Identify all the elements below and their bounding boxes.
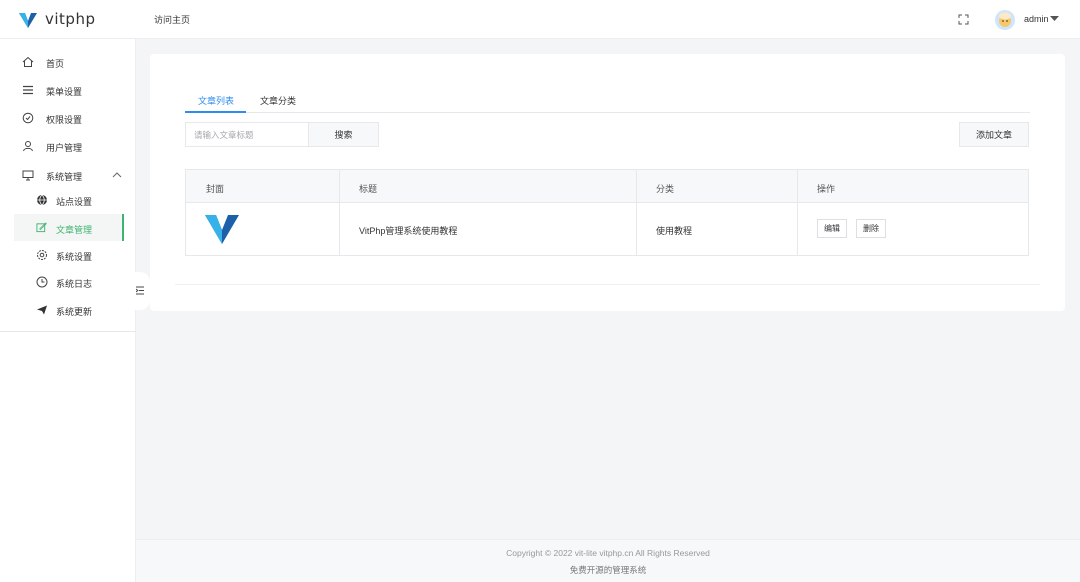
- collapse-menu-icon: [136, 286, 144, 295]
- sidebar-item-article-management[interactable]: 文章管理: [14, 214, 124, 241]
- sidebar-item-system-management[interactable]: 系统管理: [0, 161, 135, 189]
- sidebar-item-label: 权限设置: [46, 115, 83, 125]
- search-input[interactable]: [185, 122, 308, 147]
- vitphp-logo-icon[interactable]: [18, 10, 38, 30]
- page-footer: Copyright © 2022 vit-lite vitphp.cn All …: [136, 539, 1080, 582]
- article-tabs: 文章列表 文章分类: [185, 86, 1030, 113]
- sidebar-item-label: 文章管理: [56, 225, 93, 235]
- sidebar-item-label: 系统日志: [56, 279, 93, 289]
- edit-icon: [36, 222, 47, 233]
- sidebar-item-label: 菜单设置: [46, 87, 83, 97]
- sidebar-item-permission-settings[interactable]: 权限设置: [0, 104, 135, 132]
- article-cover-image[interactable]: [204, 213, 240, 246]
- tab-article-list[interactable]: 文章列表: [198, 94, 234, 107]
- column-divider: [339, 170, 340, 255]
- sidebar-item-label: 首页: [46, 59, 65, 69]
- clock-icon: [36, 276, 48, 288]
- column-header-actions: 操作: [817, 184, 836, 194]
- add-article-button[interactable]: 添加文章: [959, 122, 1029, 147]
- fullscreen-icon[interactable]: [958, 14, 969, 25]
- sidebar-item-system-update[interactable]: 系统更新: [0, 296, 135, 324]
- sidebar-item-system-settings[interactable]: 系统设置: [0, 241, 135, 269]
- sidebar-item-home[interactable]: 首页: [0, 48, 135, 76]
- tab-active-underline: [185, 111, 246, 113]
- article-title-cell[interactable]: VitPhp管理系统使用教程: [359, 224, 457, 237]
- edit-button[interactable]: 编辑: [817, 219, 847, 238]
- send-icon: [37, 305, 47, 315]
- gear-icon: [37, 250, 47, 260]
- card-divider: [175, 284, 1040, 285]
- username-label[interactable]: admin: [1024, 14, 1049, 24]
- sidebar-item-label: 系统管理: [46, 172, 83, 182]
- sidebar-item-label: 系统设置: [56, 252, 93, 262]
- column-header-category: 分类: [656, 184, 675, 194]
- table-header: 封面 标题 分类 操作: [186, 170, 1028, 203]
- globe-icon: [37, 194, 47, 206]
- column-divider: [797, 170, 798, 255]
- sidebar: 首页 菜单设置 权限设置 用户管理 系统管理 站点设置 文章管理 系统设置 系统…: [0, 39, 136, 582]
- sidebar-item-user-management[interactable]: 用户管理: [0, 132, 135, 160]
- caret-down-icon[interactable]: [1050, 16, 1059, 22]
- visit-home-link[interactable]: 访问主页: [154, 13, 190, 26]
- article-card: 文章列表 文章分类 搜索 添加文章 封面 标题 分类 操作 VitPhp管理系统…: [150, 54, 1065, 311]
- footer-tagline: 免费开源的管理系统: [569, 565, 647, 575]
- column-header-cover: 封面: [206, 184, 225, 194]
- brand-name[interactable]: vitphp: [45, 10, 95, 28]
- avatar-image-icon: [995, 10, 1015, 30]
- sidebar-item-label: 用户管理: [46, 143, 83, 153]
- article-category-cell: 使用教程: [656, 226, 693, 236]
- tab-article-category[interactable]: 文章分类: [260, 94, 296, 107]
- search-button[interactable]: 搜索: [308, 122, 379, 147]
- sidebar-item-label: 系统更新: [56, 307, 93, 317]
- column-header-title: 标题: [359, 184, 378, 194]
- delete-button[interactable]: 删除: [856, 219, 886, 238]
- sidebar-divider: [0, 331, 136, 332]
- article-table: 封面 标题 分类 操作 VitPhp管理系统使用教程 使用教程 编辑 删除: [185, 169, 1029, 256]
- top-header: vitphp 访问主页 admin: [0, 0, 1080, 39]
- column-divider: [636, 170, 637, 255]
- sidebar-item-system-log[interactable]: 系统日志: [0, 268, 135, 296]
- home-icon: [22, 56, 34, 67]
- sidebar-item-site-settings[interactable]: 站点设置: [0, 186, 135, 214]
- sidebar-item-label: 站点设置: [56, 197, 93, 207]
- chevron-up-icon[interactable]: [112, 171, 122, 179]
- list-icon: [23, 85, 33, 95]
- sidebar-collapse-toggle[interactable]: [134, 272, 150, 310]
- shield-icon: [22, 112, 34, 124]
- avatar[interactable]: [995, 10, 1015, 30]
- copyright-text: Copyright © 2022 vit-lite vitphp.cn All …: [506, 548, 710, 558]
- sidebar-item-menu-settings[interactable]: 菜单设置: [0, 76, 135, 104]
- monitor-icon: [22, 170, 34, 181]
- user-icon: [23, 141, 33, 152]
